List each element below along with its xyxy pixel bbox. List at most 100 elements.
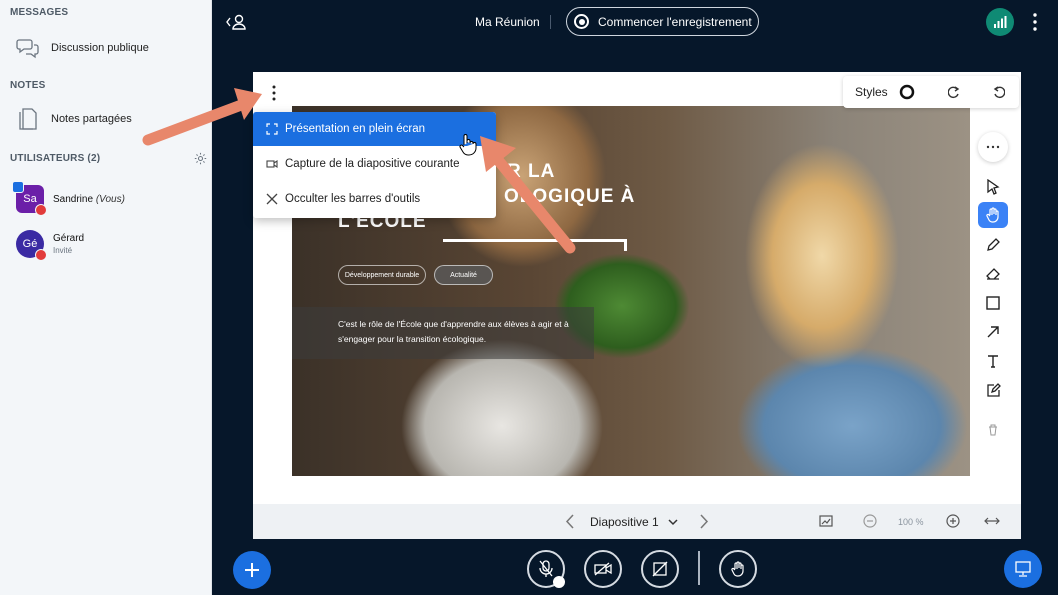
- avatar: Sa: [12, 181, 47, 216]
- note-tool[interactable]: [978, 377, 1008, 403]
- actions-button[interactable]: [233, 551, 271, 589]
- slide-description: C'est le rôle de l'École que d'apprendre…: [292, 307, 594, 359]
- rectangle-icon: [986, 296, 1000, 310]
- gear-icon[interactable]: [194, 152, 207, 165]
- user-suffix: (Vous): [95, 194, 125, 205]
- slide-underline: [443, 239, 626, 242]
- slide-title-line2: OLOGIQUE À: [504, 186, 636, 207]
- chat-icon: [16, 39, 39, 59]
- fullscreen-icon: [266, 123, 278, 135]
- menu-item-label: Capture de la diapositive courante: [285, 158, 460, 170]
- rectangle-tool[interactable]: [978, 290, 1008, 316]
- toggle-userlist-icon[interactable]: [225, 12, 247, 32]
- chart-icon[interactable]: [819, 515, 833, 527]
- avatar: Gé: [16, 230, 47, 261]
- shared-notes-label: Notes partagées: [51, 113, 132, 125]
- screenshare-button[interactable]: [641, 550, 679, 588]
- slide-underline-tick: [624, 239, 627, 251]
- hand-icon: [986, 207, 999, 223]
- screenshare-off-icon: [652, 561, 668, 577]
- shared-notes-item[interactable]: Notes partagées: [0, 101, 212, 137]
- avatar-initials: Gé: [22, 238, 38, 250]
- connection-status-button[interactable]: [986, 8, 1014, 36]
- arrow-tool[interactable]: [978, 319, 1008, 345]
- notes-icon: [19, 108, 37, 130]
- slide-selector[interactable]: Diapositive 1: [590, 515, 659, 529]
- public-chat-item[interactable]: Discussion publique: [0, 30, 212, 66]
- camera-off-icon: [594, 562, 612, 576]
- microphone-button[interactable]: [527, 550, 565, 588]
- meeting-title: Ma Réunion: [475, 15, 540, 29]
- zoom-out-icon[interactable]: [863, 514, 877, 528]
- camera-icon: [266, 159, 278, 169]
- close-icon: [266, 193, 278, 205]
- sidebar: MESSAGES Discussion publique NOTES Notes…: [0, 0, 212, 595]
- top-bar: Ma Réunion Commencer l'enregistrement: [213, 0, 1058, 44]
- cursor-icon: [987, 179, 1000, 195]
- users-section-title: UTILISATEURS (2): [10, 153, 101, 164]
- divider: [550, 15, 551, 29]
- presenter-icon: [12, 181, 24, 193]
- hide-toolbars-menu-item[interactable]: Occulter les barres d'outils: [253, 182, 496, 216]
- menu-item-label: Présentation en plein écran: [285, 123, 426, 135]
- zoom-level: 100 %: [898, 517, 924, 527]
- trash-icon: [989, 424, 997, 436]
- slide-title-line1: R LA: [507, 161, 556, 182]
- menu-item-label: Occulter les barres d'outils: [285, 193, 421, 205]
- presentation-options-menu: Présentation en plein écran Capture de l…: [253, 112, 496, 218]
- chevron-up-icon[interactable]: [553, 576, 565, 588]
- public-chat-label: Discussion publique: [51, 42, 149, 54]
- avatar-initials: Sa: [23, 193, 37, 205]
- zoom-in-icon[interactable]: [946, 514, 960, 528]
- undo-icon[interactable]: [993, 85, 1005, 99]
- raise-hand-button[interactable]: [719, 550, 757, 588]
- user-name: Sandrine (Vous): [53, 194, 125, 205]
- redo-icon[interactable]: [948, 85, 960, 99]
- slide-desc-line: s'engager pour la transition écologique.: [338, 334, 487, 344]
- user-name-text: Sandrine: [53, 194, 94, 205]
- eraser-icon: [986, 268, 1000, 280]
- fit-width-icon[interactable]: [984, 516, 1000, 526]
- chevron-down-icon[interactable]: [668, 519, 678, 526]
- more-horizontal-icon: [986, 145, 1000, 149]
- slide-tag: Développement durable: [338, 265, 426, 285]
- user-name: Gérard: [53, 233, 85, 244]
- pencil-icon: [987, 238, 1000, 251]
- previous-slide-icon[interactable]: [565, 514, 575, 529]
- user-item[interactable]: Sa Sandrine (Vous): [0, 181, 212, 219]
- record-label: Commencer l'enregistrement: [598, 14, 752, 29]
- more-tools-button[interactable]: [978, 132, 1008, 162]
- text-icon: [988, 355, 998, 368]
- color-circle-icon[interactable]: [899, 84, 915, 100]
- eraser-tool[interactable]: [978, 261, 1008, 287]
- presentation-toggle-button[interactable]: [1004, 550, 1042, 588]
- record-button[interactable]: Commencer l'enregistrement: [566, 7, 759, 36]
- muted-mic-icon: [35, 204, 47, 216]
- options-menu-icon[interactable]: [1028, 12, 1042, 32]
- slide-toolbar: Diapositive 1 100 %: [253, 504, 1021, 539]
- slide-desc-line: C'est le rôle de l'École que d'apprendre…: [338, 319, 569, 329]
- text-tool[interactable]: [978, 348, 1008, 374]
- edit-note-icon: [986, 382, 1001, 397]
- muted-microphone-icon: [539, 560, 553, 577]
- user-item[interactable]: Gé Gérard Invité: [0, 228, 212, 264]
- camera-button[interactable]: [584, 550, 622, 588]
- select-tool[interactable]: [978, 174, 1008, 200]
- plus-icon: [245, 563, 259, 577]
- next-slide-icon[interactable]: [699, 514, 709, 529]
- hand-icon: [731, 561, 744, 577]
- presentation-options-icon[interactable]: [267, 82, 281, 104]
- styles-label: Styles: [855, 85, 888, 99]
- divider: [698, 551, 700, 585]
- arrow-icon: [987, 326, 999, 338]
- pan-tool[interactable]: [978, 202, 1008, 228]
- pencil-tool[interactable]: [978, 232, 1008, 258]
- delete-tool[interactable]: [978, 417, 1008, 443]
- user-role: Invité: [53, 246, 73, 255]
- record-icon: [574, 14, 589, 29]
- notes-section-title: NOTES: [10, 80, 46, 91]
- signal-icon: [994, 16, 1007, 28]
- styles-bar: Styles: [843, 76, 1019, 108]
- presentation-screen-icon: [1015, 561, 1031, 577]
- hand-cursor-icon: [459, 134, 477, 156]
